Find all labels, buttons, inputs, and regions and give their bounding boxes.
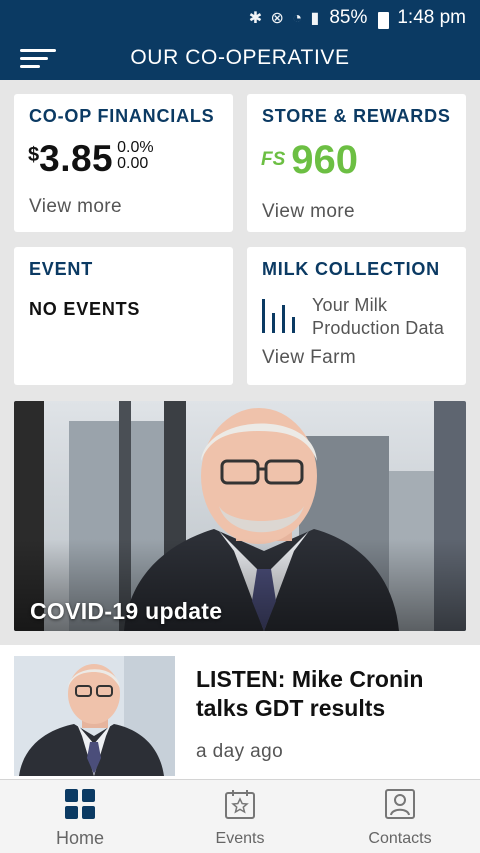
- price-change-abs: 0.00: [117, 155, 149, 172]
- home-grid-icon: [64, 788, 96, 820]
- no-events-text: NO EVENTS: [29, 299, 141, 319]
- nav-contacts[interactable]: Contacts: [320, 780, 480, 853]
- contact-card-icon: [384, 788, 416, 820]
- article-timestamp: a day ago: [196, 741, 284, 762]
- event-card[interactable]: EVENT NO EVENTS: [14, 247, 233, 385]
- milk-description: Your Milk Production Data: [312, 294, 444, 340]
- nav-contacts-label: Contacts: [368, 830, 432, 847]
- bottom-navigation: Home Events Contacts: [0, 779, 480, 853]
- financials-card[interactable]: CO-OP FINANCIALS $ 3.85 0.0% 0.00 View m…: [14, 94, 233, 232]
- rewards-title: STORE & REWARDS: [262, 106, 451, 126]
- event-title: EVENT: [29, 259, 94, 279]
- portrait-photo: [14, 401, 466, 631]
- battery-percent: 85%: [329, 7, 368, 28]
- covid-update-banner[interactable]: COVID-19 update: [14, 401, 466, 631]
- price-change: 0.0% 0.00: [117, 140, 153, 172]
- hamburger-menu-icon[interactable]: [20, 46, 58, 72]
- milk-line-2: Production Data: [312, 318, 445, 338]
- status-bar: ✱ ⊗ ◔ ▮ 85% 1:48 pm: [0, 0, 480, 36]
- nav-events[interactable]: Events: [160, 780, 320, 853]
- financials-title: CO-OP FINANCIALS: [29, 106, 215, 126]
- calendar-star-icon: [224, 788, 256, 820]
- fs-points-icon: FS: [261, 149, 286, 170]
- battery-icon: [378, 11, 390, 29]
- rewards-points: FS 960: [261, 140, 358, 180]
- bar-chart-icon: [262, 299, 298, 333]
- view-farm-link[interactable]: View Farm: [262, 347, 356, 369]
- status-icons: ✱ ⊗ ◔ ▮: [248, 10, 322, 27]
- milk-title: MILK COLLECTION: [262, 259, 440, 279]
- article-headline: LISTEN: Mike Cronin talks GDT results: [196, 666, 424, 721]
- currency-symbol: $: [28, 144, 40, 166]
- clock: 1:48 pm: [397, 7, 466, 28]
- share-price-value: 3.85: [39, 138, 114, 179]
- nav-home-label: Home: [55, 828, 104, 848]
- nav-events-label: Events: [215, 830, 265, 847]
- milk-line-1: Your Milk: [312, 295, 388, 315]
- nav-home[interactable]: Home: [0, 780, 160, 853]
- article-thumbnail: [14, 656, 175, 776]
- financials-view-more-link[interactable]: View more: [29, 196, 122, 218]
- rewards-card[interactable]: STORE & REWARDS FS 960 View more: [247, 94, 466, 232]
- share-price: $ 3.85 0.0% 0.00: [28, 138, 154, 179]
- price-change-pct: 0.0%: [117, 139, 154, 156]
- hero-caption: COVID-19 update: [30, 598, 223, 624]
- app-bar: OUR CO-OPERATIVE: [0, 36, 480, 80]
- app-title: OUR CO-OPERATIVE: [130, 46, 350, 69]
- article-list-item[interactable]: LISTEN: Mike Cronin talks GDT results a …: [0, 645, 480, 780]
- rewards-view-more-link[interactable]: View more: [262, 201, 355, 223]
- milk-card[interactable]: MILK COLLECTION Your Milk Production Dat…: [247, 247, 466, 385]
- rewards-points-value: 960: [291, 138, 359, 182]
